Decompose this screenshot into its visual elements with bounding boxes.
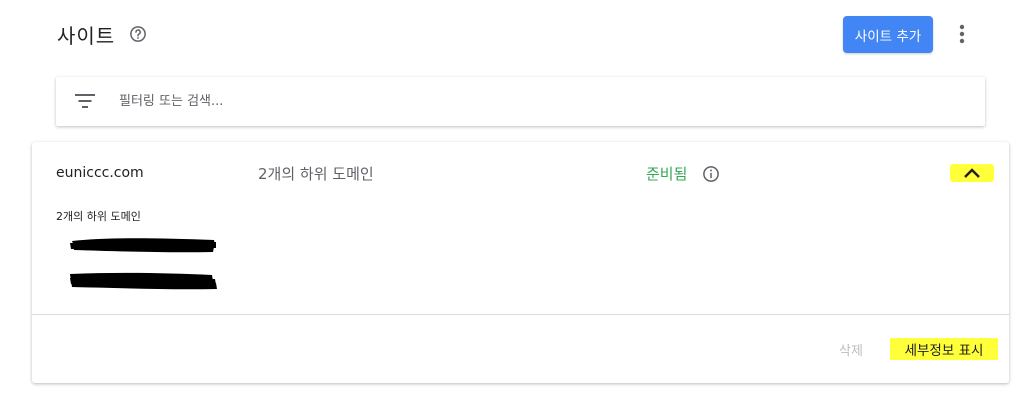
filter-search-input[interactable] <box>119 89 939 113</box>
redacted-subdomain <box>70 272 217 290</box>
info-icon[interactable] <box>702 165 720 183</box>
more-vert-icon[interactable] <box>951 22 973 46</box>
site-card: euniccc.com 2개의 하위 도메인 준비됨 2개의 하위 도메인 삭제… <box>32 142 1009 383</box>
chevron-up-icon <box>964 168 980 178</box>
page-title: 사이트 <box>57 24 116 48</box>
help-circle-icon[interactable] <box>129 25 147 43</box>
show-details-button[interactable]: 세부정보 표시 <box>890 338 998 360</box>
add-site-button[interactable]: 사이트 추가 <box>843 16 933 53</box>
status-badge: 준비됨 <box>646 165 688 183</box>
card-divider <box>32 314 1009 315</box>
delete-button[interactable]: 삭제 <box>839 340 863 359</box>
subdomain-list-heading: 2개의 하위 도메인 <box>56 210 141 223</box>
filter-bar <box>56 77 985 126</box>
redacted-subdomain <box>70 238 216 253</box>
filter-list-icon[interactable] <box>75 93 95 109</box>
collapse-button[interactable] <box>950 164 994 182</box>
site-domain: euniccc.com <box>56 165 144 181</box>
subdomain-count: 2개의 하위 도메인 <box>258 165 374 183</box>
